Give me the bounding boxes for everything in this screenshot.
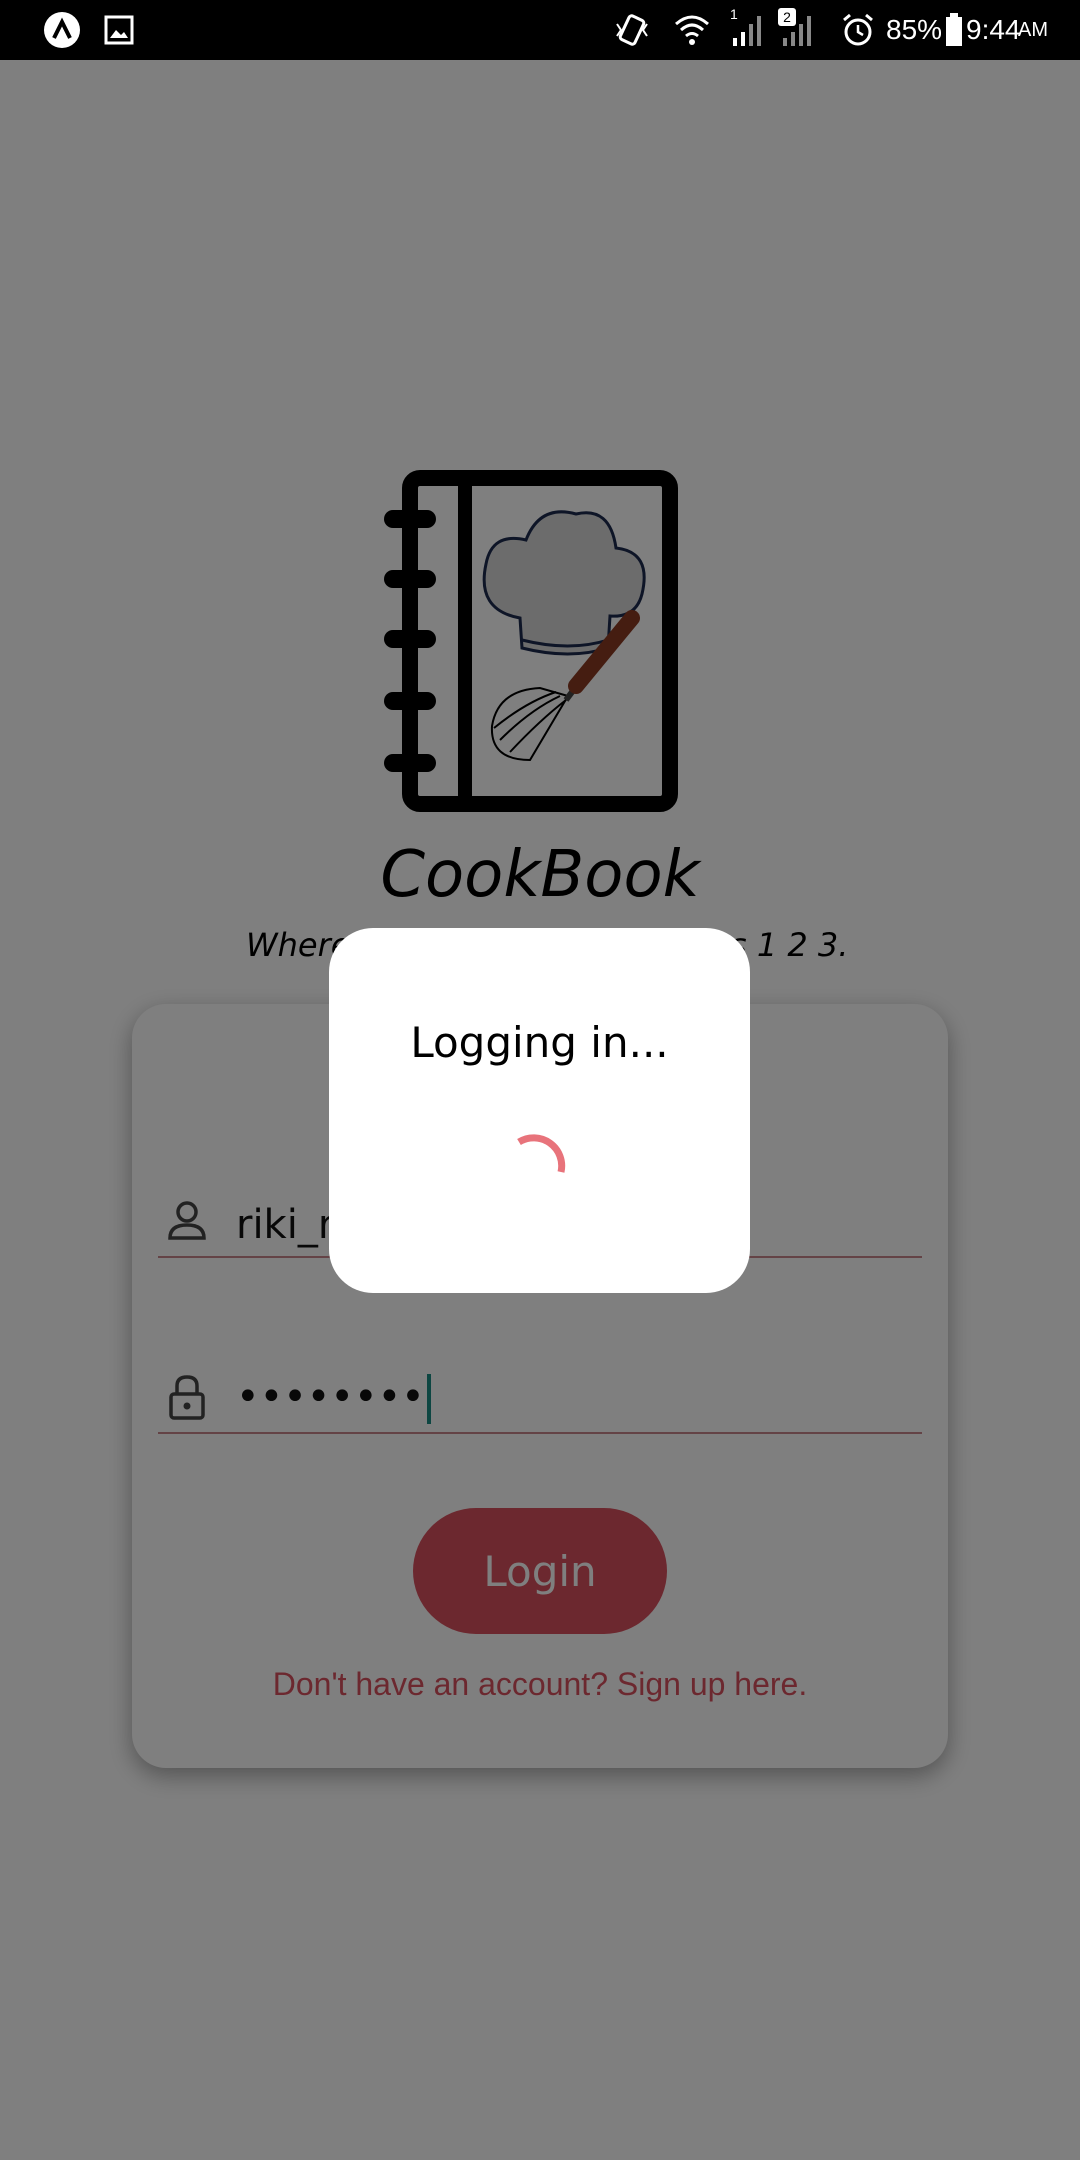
loading-spinner-icon <box>517 1134 566 1173</box>
battery-icon <box>944 0 964 60</box>
status-bar: 1 2 85% 9:44 AM <box>0 0 1080 60</box>
sim1-badge: 1 <box>730 6 738 22</box>
signal-1-icon: 1 <box>726 0 768 60</box>
wifi-icon <box>672 0 712 60</box>
image-icon <box>102 0 136 60</box>
signal-2-icon: 2 <box>776 0 818 60</box>
alarm-icon <box>838 0 878 60</box>
sim2-badge: 2 <box>778 8 796 26</box>
battery-percent: 85% <box>886 14 943 45</box>
clock-suffix: AM <box>1018 19 1048 41</box>
clock: 9:44 <box>966 14 1021 45</box>
dialog-title: Logging in... <box>410 1018 669 1067</box>
loading-dialog: Logging in... <box>329 928 750 1293</box>
app-notification-icon <box>42 0 82 60</box>
vibrate-icon <box>612 0 652 60</box>
